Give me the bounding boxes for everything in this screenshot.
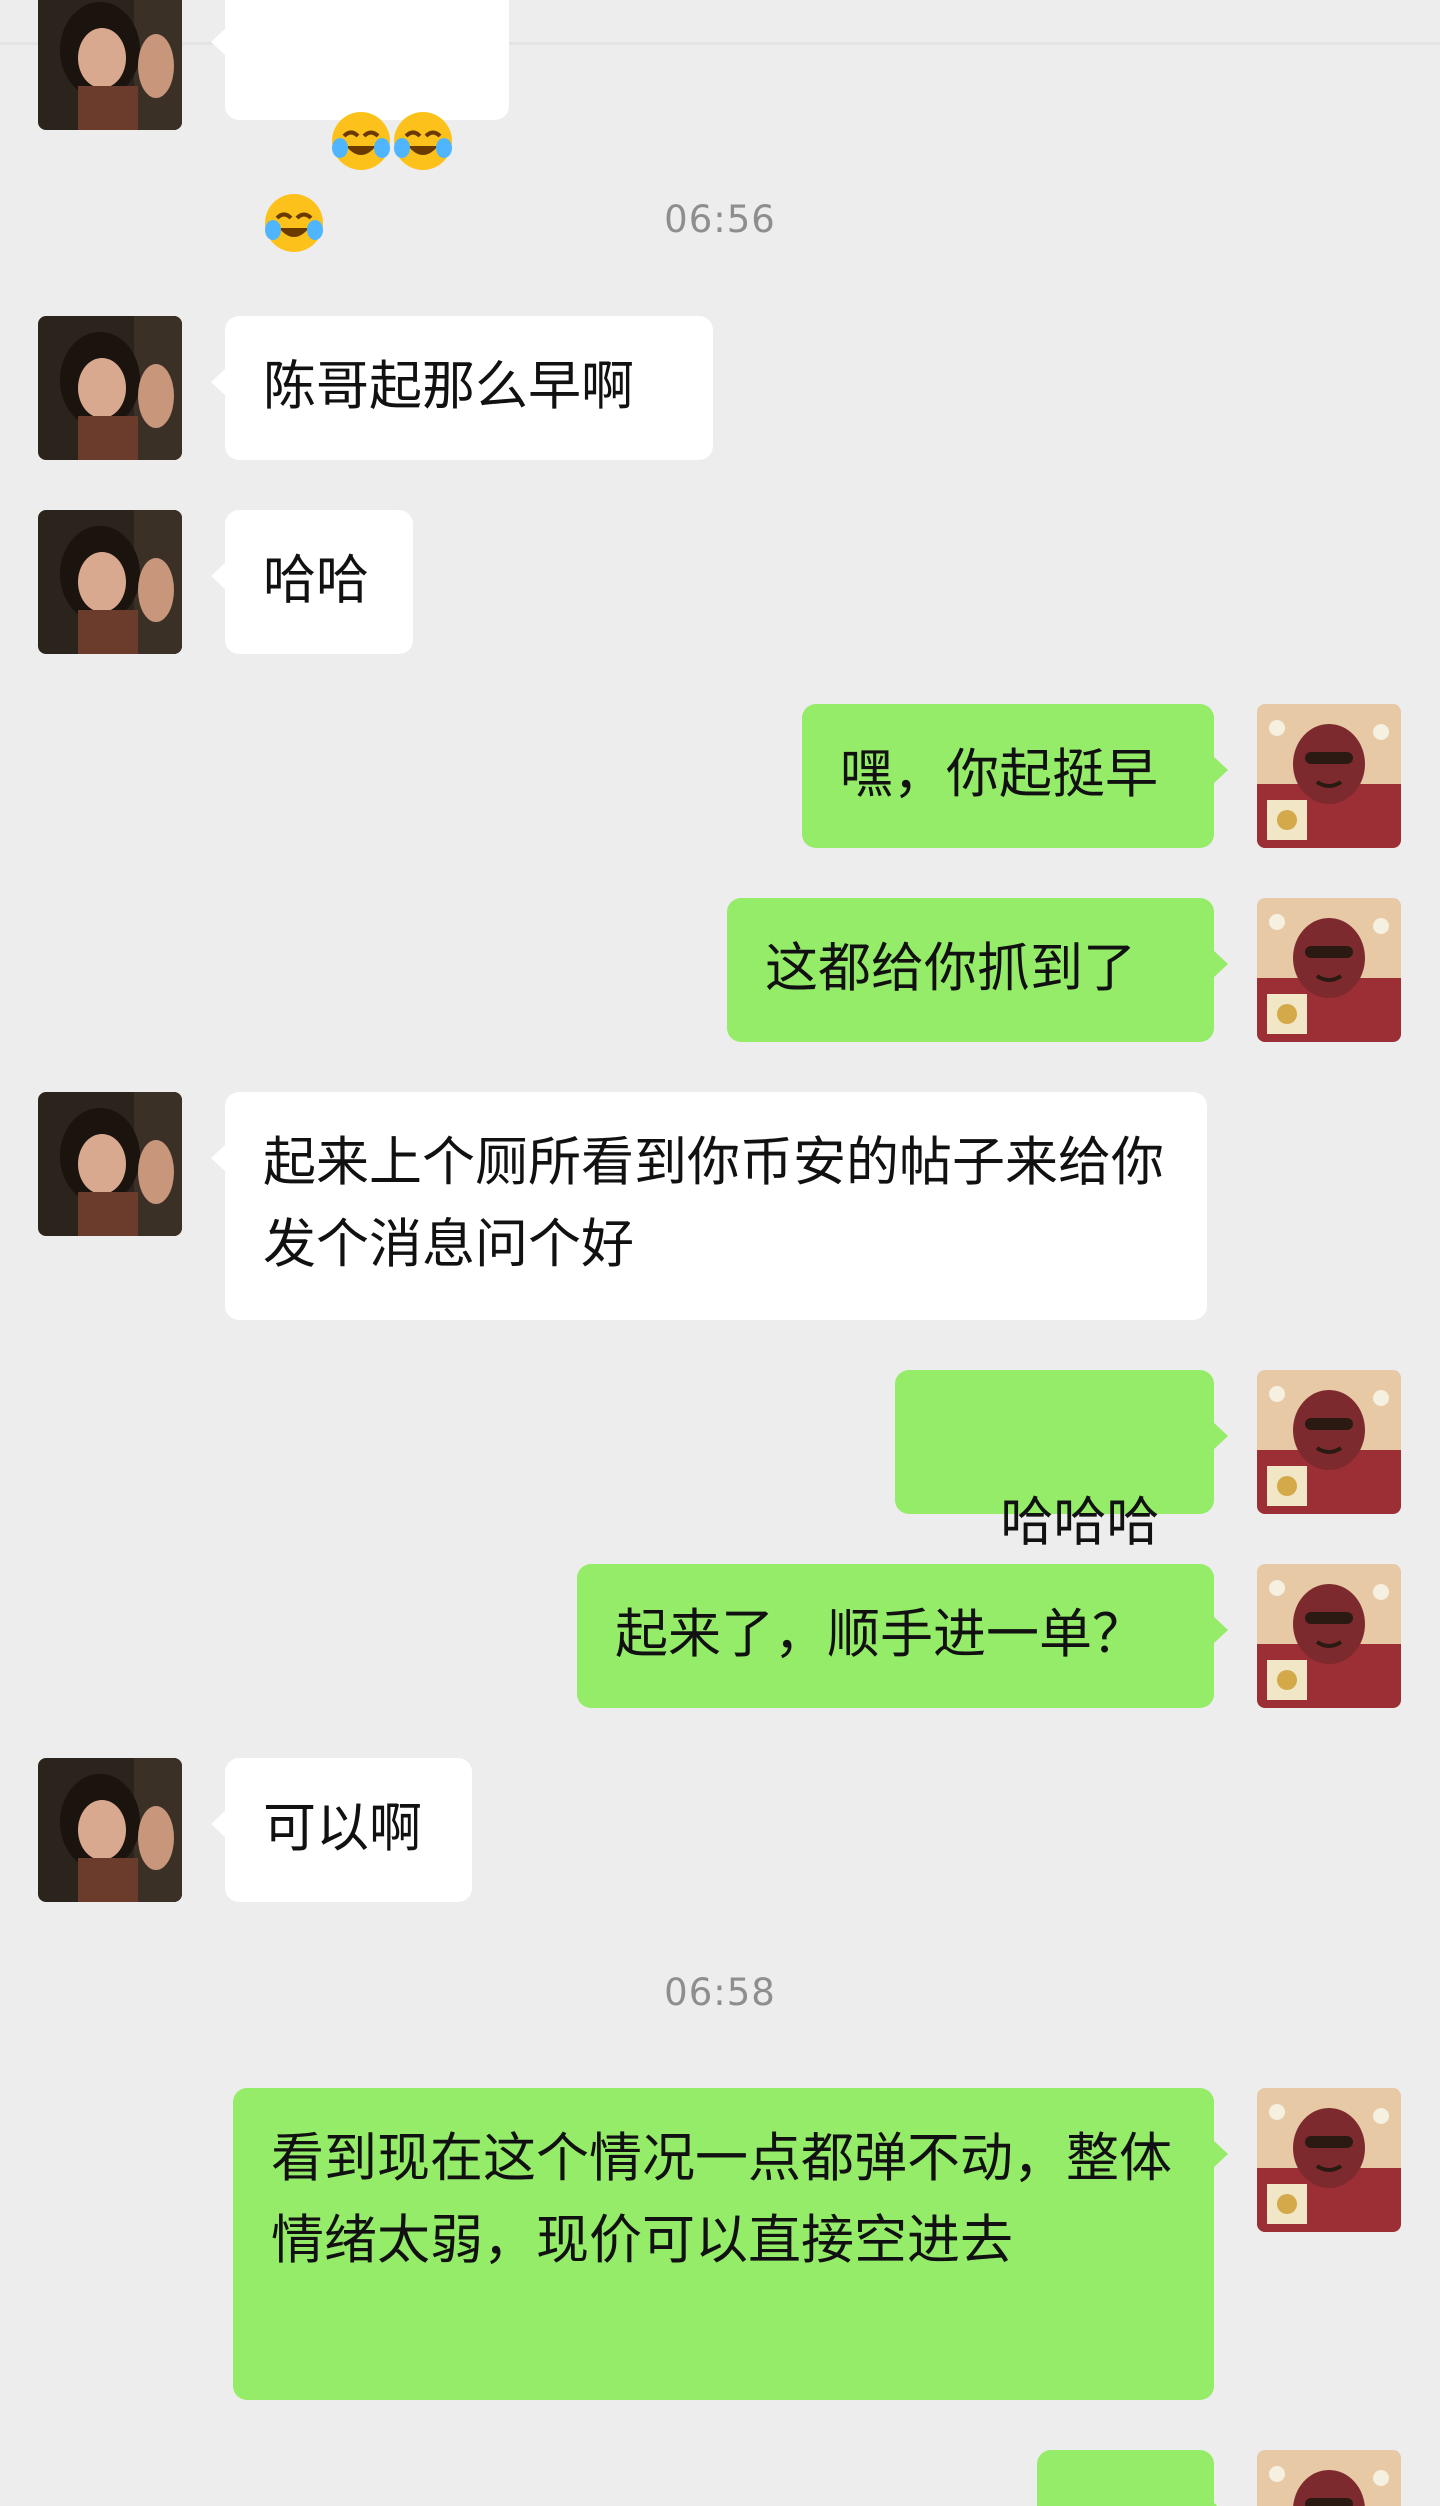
contact-avatar[interactable] [38, 316, 182, 460]
message-bubble-sent[interactable]: 看到现在这个情况一点都弹不动，整体情绪太弱，现价可以直接空进去 [233, 2088, 1228, 2400]
face-with-tears-of-joy-icon [330, 110, 392, 172]
contact-avatar[interactable] [38, 1092, 182, 1236]
my-avatar[interactable] [1257, 898, 1401, 1042]
my-avatar[interactable] [1257, 2088, 1401, 2232]
message-bubble-sent[interactable]: 哈哈哈 [895, 1370, 1228, 1630]
my-avatar[interactable] [1257, 704, 1401, 848]
my-avatar[interactable] [1257, 1564, 1401, 1708]
message-bubble-received[interactable]: 哈哈 [211, 510, 413, 654]
message-bubble-sent[interactable]: 这都给你抓到了 [727, 898, 1228, 1042]
contact-avatar[interactable] [38, 510, 182, 654]
contact-avatar[interactable] [38, 0, 182, 130]
message-timestamp: 06:58 [664, 1971, 776, 2014]
message-timestamp: 06:56 [664, 198, 776, 241]
message-bubble-sent[interactable]: 嘿，你起挺早 [802, 704, 1228, 848]
face-with-tears-of-joy-icon [392, 110, 454, 172]
message-bubble-sent[interactable]: 起来了，顺手进一单？ [577, 1564, 1228, 1708]
message-bubble-received[interactable]: 陈哥起那么早啊 [211, 316, 713, 460]
message-bubble-received[interactable] [211, 0, 509, 252]
message-bubble-received[interactable]: 可以啊 [211, 1758, 472, 1902]
message-text: 哈哈哈 [1000, 1492, 1160, 1553]
contact-avatar[interactable] [38, 1758, 182, 1902]
my-avatar[interactable] [1257, 1370, 1401, 1514]
chat-message-list[interactable]: 06:56 陈哥起那么早啊 哈哈 嘿，你起挺早 这都给你抓到了 起来上个厕所看到… [0, 0, 1440, 2506]
my-avatar[interactable] [1257, 2450, 1401, 2506]
message-bubble-sent[interactable] [1037, 2450, 1228, 2506]
message-bubble-received[interactable]: 起来上个厕所看到你币安的帖子来给你发个消息问个好 [211, 1092, 1207, 1320]
